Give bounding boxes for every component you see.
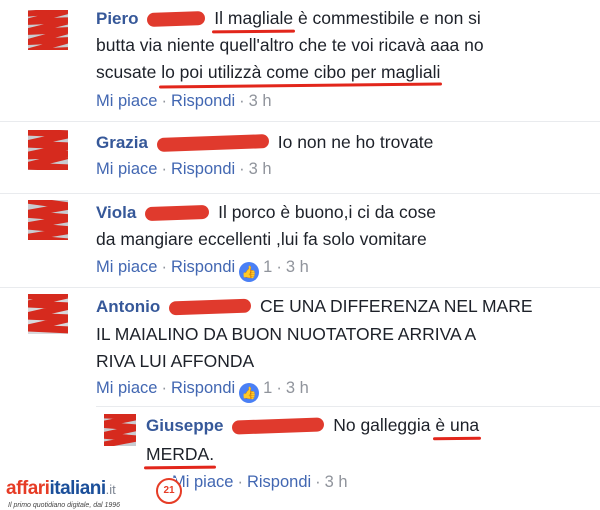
timestamp[interactable]: 3 h — [286, 379, 309, 397]
redacted-surname — [144, 205, 210, 222]
like-link[interactable]: Mi piace — [96, 379, 157, 397]
timestamp[interactable]: 3 h — [249, 92, 272, 110]
logo-brand-domain: .it — [105, 482, 116, 497]
like-link[interactable]: Mi piace — [96, 258, 157, 276]
comment-antonio: Antonio CE UNA DIFFERENZA NEL MARE IL MA… — [0, 288, 600, 406]
separator-dot: · — [237, 473, 243, 491]
timestamp[interactable]: 3 h — [286, 258, 309, 276]
separator-dot: · — [161, 258, 167, 276]
separator-dot: · — [276, 379, 282, 397]
avatar[interactable] — [28, 294, 68, 334]
underlined-text: lo poi utilizzà come cibo per magliali — [161, 62, 441, 82]
separator-dot: · — [239, 160, 245, 178]
text-segment: IL MAIALINO DA BUON NUOTATORE ARRIVA A — [96, 324, 477, 344]
commenter-name[interactable]: Piero — [96, 9, 139, 28]
comment-grazia: Grazia Io non ne ho trovate Mi piace · Ris… — [0, 122, 600, 192]
like-link[interactable]: Mi piace — [96, 92, 157, 110]
reaction-count[interactable]: 1 — [259, 258, 272, 276]
comment-text-line: da mangiare eccellenti ,lui fa solo vomi… — [96, 227, 427, 251]
redacted-avatar-scribble — [28, 200, 68, 240]
text-segment: Il porco è buono,i ci da cose — [218, 202, 436, 222]
text-segment: Io non ne ho trovate — [277, 132, 434, 152]
comment-text-line: Antonio CE UNA DIFFERENZA NEL MARE — [96, 294, 533, 319]
comment-text-line: MERDA. — [146, 442, 214, 466]
underlined-text: Il magliale — [214, 8, 294, 28]
reply-link[interactable]: Rispondi — [171, 379, 235, 397]
anniversary-badge: 21 — [156, 478, 182, 504]
separator-dot: · — [161, 92, 167, 110]
reply-link[interactable]: Rispondi — [247, 473, 311, 491]
separator-dot: · — [315, 473, 321, 491]
commenter-name[interactable]: Giuseppe — [146, 416, 223, 435]
comment-piero: Piero Il magliale è commestibile e non s… — [0, 0, 600, 120]
comment-actions: Mi piace · Rispondi · 3 h — [96, 92, 272, 111]
comment-text-line: IL MAIALINO DA BUON NUOTATORE ARRIVA A — [96, 322, 476, 346]
redacted-avatar-scribble — [104, 414, 136, 446]
logo-tagline: Il primo quotidiano digitale, dal 1996 — [8, 502, 121, 509]
comment-text-line: butta via niente quell'altro che te voi … — [96, 33, 484, 57]
separator-dot: · — [161, 160, 167, 178]
reaction-count[interactable]: 1 — [259, 379, 272, 397]
reply-link[interactable]: Rispondi — [171, 258, 235, 276]
separator-dot: · — [276, 258, 282, 276]
logo-brand-affari: affari — [6, 478, 50, 499]
thumbs-up-icon[interactable]: 👍 — [239, 383, 260, 403]
thumbs-up-icon[interactable]: 👍 — [239, 262, 260, 282]
avatar[interactable] — [28, 130, 68, 170]
comment-text-line: Piero Il magliale è commestibile e non s… — [96, 6, 481, 31]
text-segment: da mangiare eccellenti ,lui fa solo vomi… — [96, 229, 427, 249]
comment-text-line: Viola Il porco è buono,i ci da cose — [96, 200, 436, 225]
redacted-surname — [147, 11, 206, 28]
comment-actions: Mi piace · Rispondi · 3 h — [96, 160, 272, 179]
avatar[interactable] — [28, 200, 68, 240]
comment-actions: Mi piace · Rispondi · 3 h — [172, 473, 348, 492]
redacted-avatar-scribble — [28, 130, 68, 170]
comment-text-line: Giuseppe No galleggia è una — [146, 413, 479, 438]
comment-text-line: scusate lo poi utilizzà come cibo per ma… — [96, 60, 440, 84]
redacted-surname — [156, 134, 270, 153]
divider — [96, 406, 600, 407]
redacted-surname — [168, 298, 252, 316]
text-segment: scusate — [96, 62, 162, 82]
separator-dot: · — [161, 379, 167, 397]
redacted-avatar-scribble — [28, 294, 68, 334]
reply-link[interactable]: Rispondi — [171, 92, 235, 110]
text-segment: No galleggia — [333, 415, 436, 435]
separator-dot: · — [239, 92, 245, 110]
underlined-text: MERDA. — [146, 444, 215, 464]
commenter-name[interactable]: Grazia — [96, 133, 148, 152]
avatar[interactable] — [28, 10, 68, 50]
text-segment: è commestibile e non si — [293, 8, 481, 28]
timestamp[interactable]: 3 h — [249, 160, 272, 178]
comment-actions: Mi piace · Rispondi 👍 1 · 3 h — [96, 258, 309, 282]
comment-text-line: RIVA LUI AFFONDA — [96, 349, 254, 373]
comment-text-line: Grazia Io non ne ho trovate — [96, 130, 433, 155]
redacted-surname — [232, 417, 325, 435]
timestamp[interactable]: 3 h — [325, 473, 348, 491]
logo-brand-italiani: italiani — [49, 478, 106, 499]
text-segment: butta via niente quell'altro che te voi … — [96, 35, 484, 55]
reply-link[interactable]: Rispondi — [171, 160, 235, 178]
text-segment: RIVA LUI AFFONDA — [96, 351, 255, 371]
like-link[interactable]: Mi piace — [96, 160, 157, 178]
comment-viola: Viola Il porco è buono,i ci da cose da m… — [0, 194, 600, 286]
underlined-text: è una — [435, 415, 480, 435]
avatar[interactable] — [104, 414, 136, 446]
redacted-avatar-scribble — [28, 10, 68, 50]
affaritaliani-watermark-logo: affariitaliani.it Il primo quotidiano di… — [6, 478, 182, 510]
text-segment: CE UNA DIFFERENZA NEL MARE — [259, 296, 533, 316]
commenter-name[interactable]: Viola — [96, 203, 136, 222]
commenter-name[interactable]: Antonio — [96, 297, 160, 316]
comment-actions: Mi piace · Rispondi 👍 1 · 3 h — [96, 379, 309, 403]
